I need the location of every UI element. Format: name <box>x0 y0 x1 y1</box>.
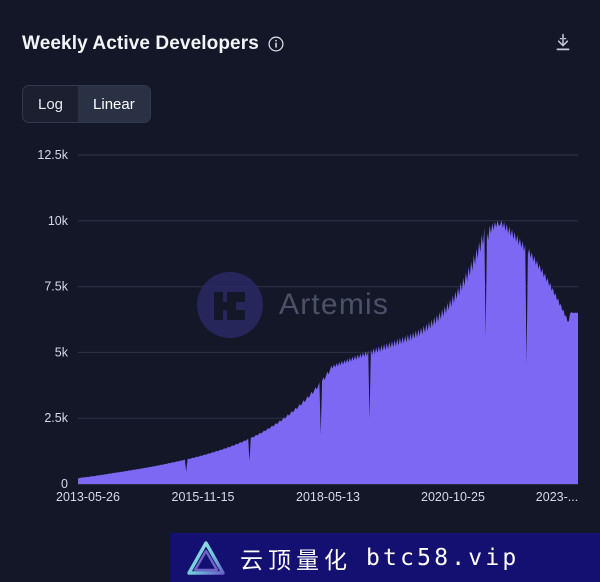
x-axis-tick-label: 2023-... <box>535 490 579 504</box>
y-axis-tick-label: 5k <box>55 345 69 359</box>
chart-card: Weekly Active Developers Log Linear 0 2.… <box>0 0 600 582</box>
penrose-triangle-logo-icon <box>186 540 226 576</box>
y-axis-tick-label: 0 <box>61 477 68 491</box>
download-button[interactable] <box>552 32 574 56</box>
x-axis-tick-label: 2020-10-25 <box>421 490 485 504</box>
page-title: Weekly Active Developers <box>22 33 259 54</box>
x-axis-labels: 2013-05-26 2015-11-15 2018-05-13 2020-10-25… <box>0 490 600 512</box>
scale-toggle-linear[interactable]: Linear <box>78 86 150 122</box>
card-header: Weekly Active Developers <box>0 0 600 78</box>
x-axis-tick-label: 2013-05-26 <box>56 490 120 504</box>
y-axis-tick-label: 2.5k <box>44 411 68 425</box>
banner-url: btc58.vip <box>366 544 520 571</box>
x-axis-tick-label: 2018-05-13 <box>296 490 360 504</box>
banner-brand-cn: 云顶量化 <box>240 547 352 574</box>
scale-toggle-group[interactable]: Log Linear <box>22 85 151 123</box>
chart-plot-area[interactable]: 0 2.5k 5k 7.5k 10k 12.5k <box>0 140 600 500</box>
info-circle-icon[interactable] <box>268 36 284 52</box>
y-axis-tick-label: 10k <box>48 214 69 228</box>
y-axis-tick-label: 7.5k <box>44 280 68 294</box>
x-axis-tick-label: 2015-11-15 <box>171 490 235 504</box>
promo-banner[interactable]: 云顶量化 btc58.vip <box>170 533 600 582</box>
scale-toggle-log[interactable]: Log <box>23 86 78 122</box>
area-chart-svg[interactable]: 0 2.5k 5k 7.5k 10k 12.5k <box>0 140 600 500</box>
y-axis-tick-label: 12.5k <box>37 148 68 162</box>
title-row: Weekly Active Developers <box>22 33 284 55</box>
